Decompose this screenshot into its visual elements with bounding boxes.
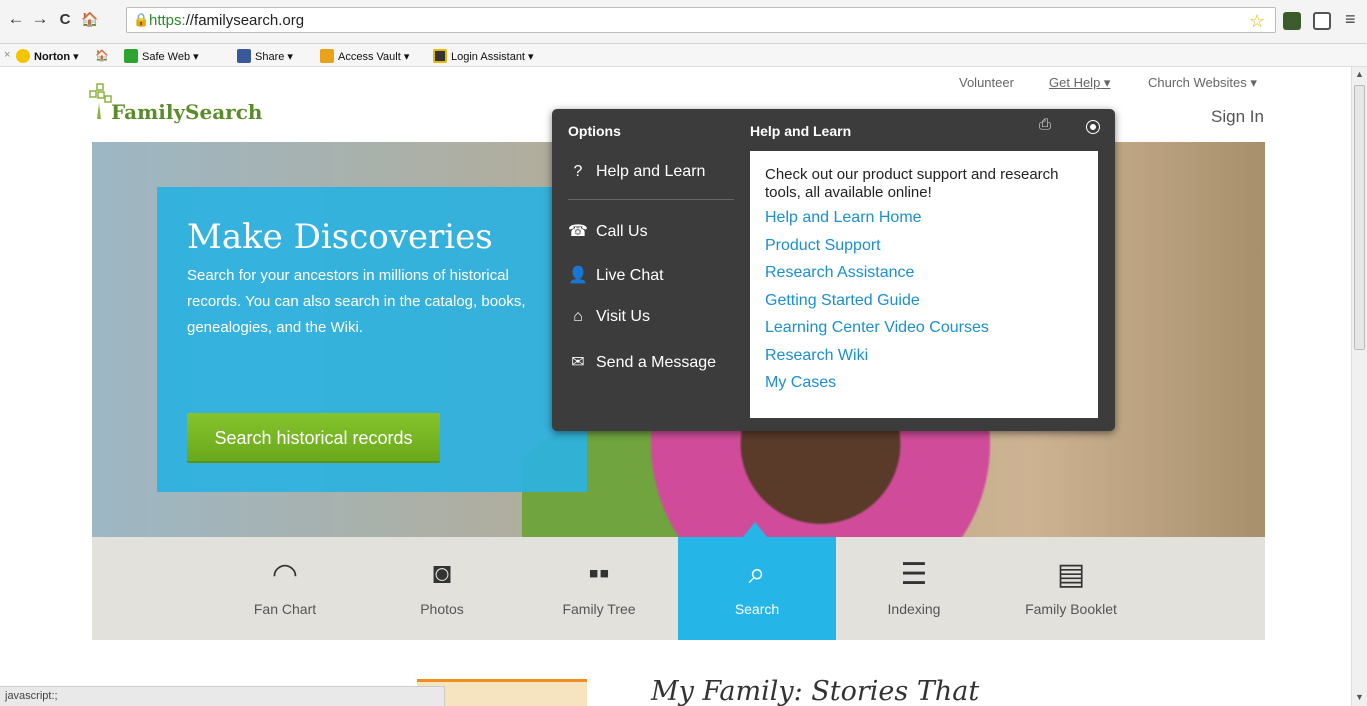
tool-search[interactable]: ⌕ Search (678, 537, 836, 640)
home-button[interactable]: 🏠 (80, 11, 100, 28)
close-popup-icon[interactable] (1087, 121, 1099, 133)
login-assistant-menu[interactable]: Login Assistant ▾ (433, 49, 534, 63)
help-popup: Options Help and Learn ⎙ ? Help and Learn… (552, 109, 1115, 431)
login-assistant-icon (433, 49, 447, 63)
norton-menu[interactable]: Norton ▾ (16, 49, 79, 63)
scrollbar[interactable]: ▲ ▼ (1351, 67, 1367, 706)
access-vault-menu[interactable]: Access Vault ▾ (320, 49, 409, 63)
logo-text: FamilySearch (111, 100, 263, 124)
search-historical-records-button[interactable]: Search historical records (187, 413, 440, 463)
tree-logo-icon (89, 83, 112, 119)
sign-in-link[interactable]: Sign In (1211, 107, 1264, 127)
envelope-icon: ✉ (571, 354, 585, 371)
help-link[interactable]: Research Wiki (765, 347, 868, 365)
print-icon[interactable]: ⎙ (1039, 116, 1051, 133)
reload-button[interactable]: C (55, 11, 75, 28)
help-intro-text: Check out our product support and resear… (765, 166, 1059, 201)
tool-family-tree[interactable]: ▪▪ Family Tree (520, 537, 678, 640)
story-title: My Family: Stories That (651, 676, 980, 706)
help-link[interactable]: Research Assistance (765, 264, 914, 282)
back-button[interactable]: ← (6, 9, 26, 29)
scroll-thumb[interactable] (1354, 85, 1365, 350)
tool-family-booklet[interactable]: ▤ Family Booklet (992, 537, 1150, 640)
hero-text: Search for your ancestors in millions of… (187, 267, 526, 336)
help-link[interactable]: My Cases (765, 374, 836, 392)
help-and-learn-panel: Check out our product support and resear… (750, 151, 1098, 418)
tools-bar: ◠ Fan Chart ◙ Photos ▪▪ Family Tree ⌕ Search… (92, 537, 1265, 640)
booklet-icon: ▤ (1056, 558, 1086, 591)
help-heading: Help and Learn (750, 123, 852, 139)
option-send-message[interactable]: ✉ Send a Message (568, 352, 716, 372)
option-visit-us[interactable]: ⌂ Visit Us (568, 308, 650, 326)
chat-person-icon: 👤 (568, 267, 588, 284)
lock-icon: 🔒 (133, 12, 150, 27)
help-link[interactable]: Help and Learn Home (765, 209, 922, 227)
indexing-icon: ☰ (900, 558, 928, 591)
options-heading: Options (568, 123, 621, 139)
vault-icon (320, 49, 334, 63)
norton-toolbar: × Norton ▾ 🏠 Safe Web ▾ Share ▾ Access V… (0, 44, 1367, 67)
phone-icon: ☎ (568, 223, 588, 240)
home-icon[interactable]: 🏠 (95, 49, 109, 62)
scroll-down-icon[interactable]: ▼ (1355, 692, 1364, 702)
church-websites-link[interactable]: Church Websites ▾ (1148, 75, 1257, 91)
norton-check-icon (16, 49, 30, 63)
option-help-and-learn[interactable]: ? Help and Learn (568, 163, 706, 181)
safe-web-icon (124, 49, 138, 63)
address-bar[interactable]: 🔒 https://familysearch.org (126, 7, 1276, 33)
fan-chart-icon: ◠ (271, 558, 299, 591)
url-text: //familysearch.org (185, 12, 305, 29)
get-help-link[interactable]: Get Help ▾ (1049, 75, 1110, 91)
help-link[interactable]: Learning Center Video Courses (765, 319, 989, 337)
help-link[interactable]: Getting Started Guide (765, 292, 920, 310)
tool-photos[interactable]: ◙ Photos (363, 537, 521, 640)
tool-fan-chart[interactable]: ◠ Fan Chart (206, 537, 364, 640)
bookmark-star-icon[interactable]: ☆ (1249, 11, 1265, 32)
safe-web-menu[interactable]: Safe Web ▾ (124, 49, 199, 63)
browser-toolbar: ← → C 🏠 🔒 https://familysearch.org ☆ ≡ (0, 0, 1367, 44)
scroll-up-icon[interactable]: ▲ (1355, 69, 1364, 79)
hero-title: Make Discoveries (187, 217, 493, 257)
option-live-chat[interactable]: 👤 Live Chat (568, 265, 664, 285)
facebook-icon (237, 49, 251, 63)
url-scheme: https: (149, 12, 186, 29)
cast-icon[interactable] (1313, 12, 1331, 30)
building-icon: ⌂ (573, 308, 583, 325)
extension-icon[interactable] (1283, 12, 1301, 30)
share-menu[interactable]: Share ▾ (237, 49, 293, 63)
menu-icon[interactable]: ≡ (1345, 9, 1356, 30)
help-link[interactable]: Product Support (765, 237, 881, 255)
web-page: FamilySearch Volunteer Get Help ▾ Church… (0, 67, 1351, 706)
question-icon: ? (573, 163, 583, 180)
tool-indexing[interactable]: ☰ Indexing (835, 537, 993, 640)
close-icon[interactable]: × (4, 49, 10, 61)
options-divider (568, 199, 734, 200)
active-tool-notch (743, 522, 767, 537)
forward-button[interactable]: → (30, 9, 50, 29)
option-call-us[interactable]: ☎ Call Us (568, 221, 648, 241)
search-icon: ⌕ (748, 557, 766, 590)
volunteer-link[interactable]: Volunteer (959, 75, 1014, 90)
camera-icon: ◙ (432, 557, 452, 590)
status-bar: javascript:; (0, 686, 445, 706)
familysearch-logo[interactable]: FamilySearch (89, 83, 262, 124)
family-tree-icon: ▪▪ (588, 557, 610, 590)
